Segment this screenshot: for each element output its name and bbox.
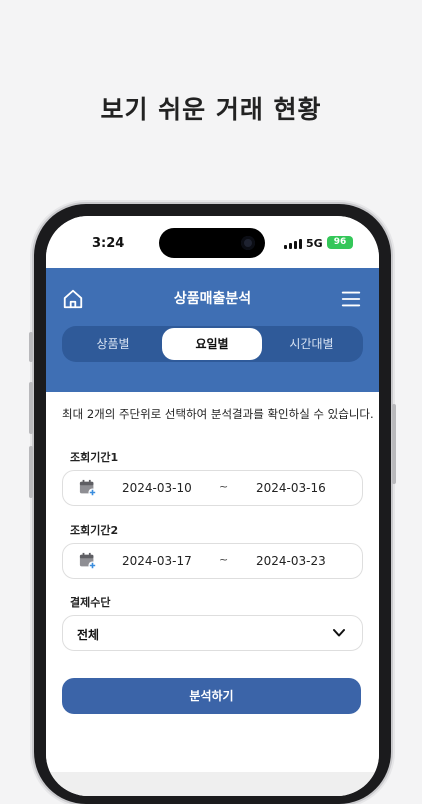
battery-icon: 96 <box>327 236 353 249</box>
payment-value: 전체 <box>77 628 100 642</box>
payment-select[interactable]: 전체 <box>62 615 363 651</box>
headline: 보기 쉬운 거래 현황 <box>100 95 322 124</box>
volume-up-button <box>29 382 33 434</box>
dynamic-island <box>159 228 265 258</box>
chevron-down-icon <box>333 629 345 637</box>
power-button <box>392 404 396 484</box>
period1-label: 조회기간1 <box>70 451 119 464</box>
info-text: 최대 2개의 주단위로 선택하여 분석결과를 확인하실 수 있습니다. <box>62 407 374 421</box>
bottom-area <box>46 772 379 796</box>
period1-start-date[interactable]: 2024-03-10 <box>122 481 192 495</box>
tab-by-weekday[interactable]: 요일별 <box>162 328 262 360</box>
tab-by-time[interactable]: 시간대별 <box>262 328 361 360</box>
calendar-add-icon <box>79 552 97 570</box>
segment-tabs: 상품별 요일별 시간대별 <box>62 326 363 362</box>
status-time: 3:24 <box>92 236 125 251</box>
signal-icon <box>284 239 302 249</box>
volume-down-button <box>29 446 33 498</box>
analyze-button[interactable]: 분석하기 <box>62 678 361 714</box>
period2-start-date[interactable]: 2024-03-17 <box>122 554 192 568</box>
camera-icon <box>241 236 255 250</box>
network-label: 5G <box>306 237 323 250</box>
period1-end-date[interactable]: 2024-03-16 <box>256 481 326 495</box>
status-bar: 3:24 5G 96 <box>46 216 379 268</box>
calendar-add-icon <box>79 479 97 497</box>
tab-by-product[interactable]: 상품별 <box>64 328 162 360</box>
period2-field[interactable]: 2024-03-17 ~ 2024-03-23 <box>62 543 363 579</box>
silent-switch <box>29 332 33 362</box>
period2-label: 조회기간2 <box>70 524 119 537</box>
period1-field[interactable]: 2024-03-10 ~ 2024-03-16 <box>62 470 363 506</box>
menu-icon[interactable] <box>340 288 362 310</box>
battery-level: 96 <box>333 237 347 247</box>
phone-screen: 3:24 5G 96 상품매출분석 상품별 요일별 시간대별 최대 2개의 주단… <box>46 216 379 796</box>
phone-frame: 3:24 5G 96 상품매출분석 상품별 요일별 시간대별 최대 2개의 주단… <box>29 204 396 804</box>
period1-separator: ~ <box>219 480 229 493</box>
app-header: 상품매출분석 상품별 요일별 시간대별 <box>46 268 379 392</box>
page-title: 상품매출분석 <box>173 291 252 307</box>
payment-label: 결제수단 <box>70 596 111 609</box>
form-content: 최대 2개의 주단위로 선택하여 분석결과를 확인하실 수 있습니다. 조회기간… <box>46 392 379 772</box>
period2-separator: ~ <box>219 553 229 566</box>
period2-end-date[interactable]: 2024-03-23 <box>256 554 326 568</box>
